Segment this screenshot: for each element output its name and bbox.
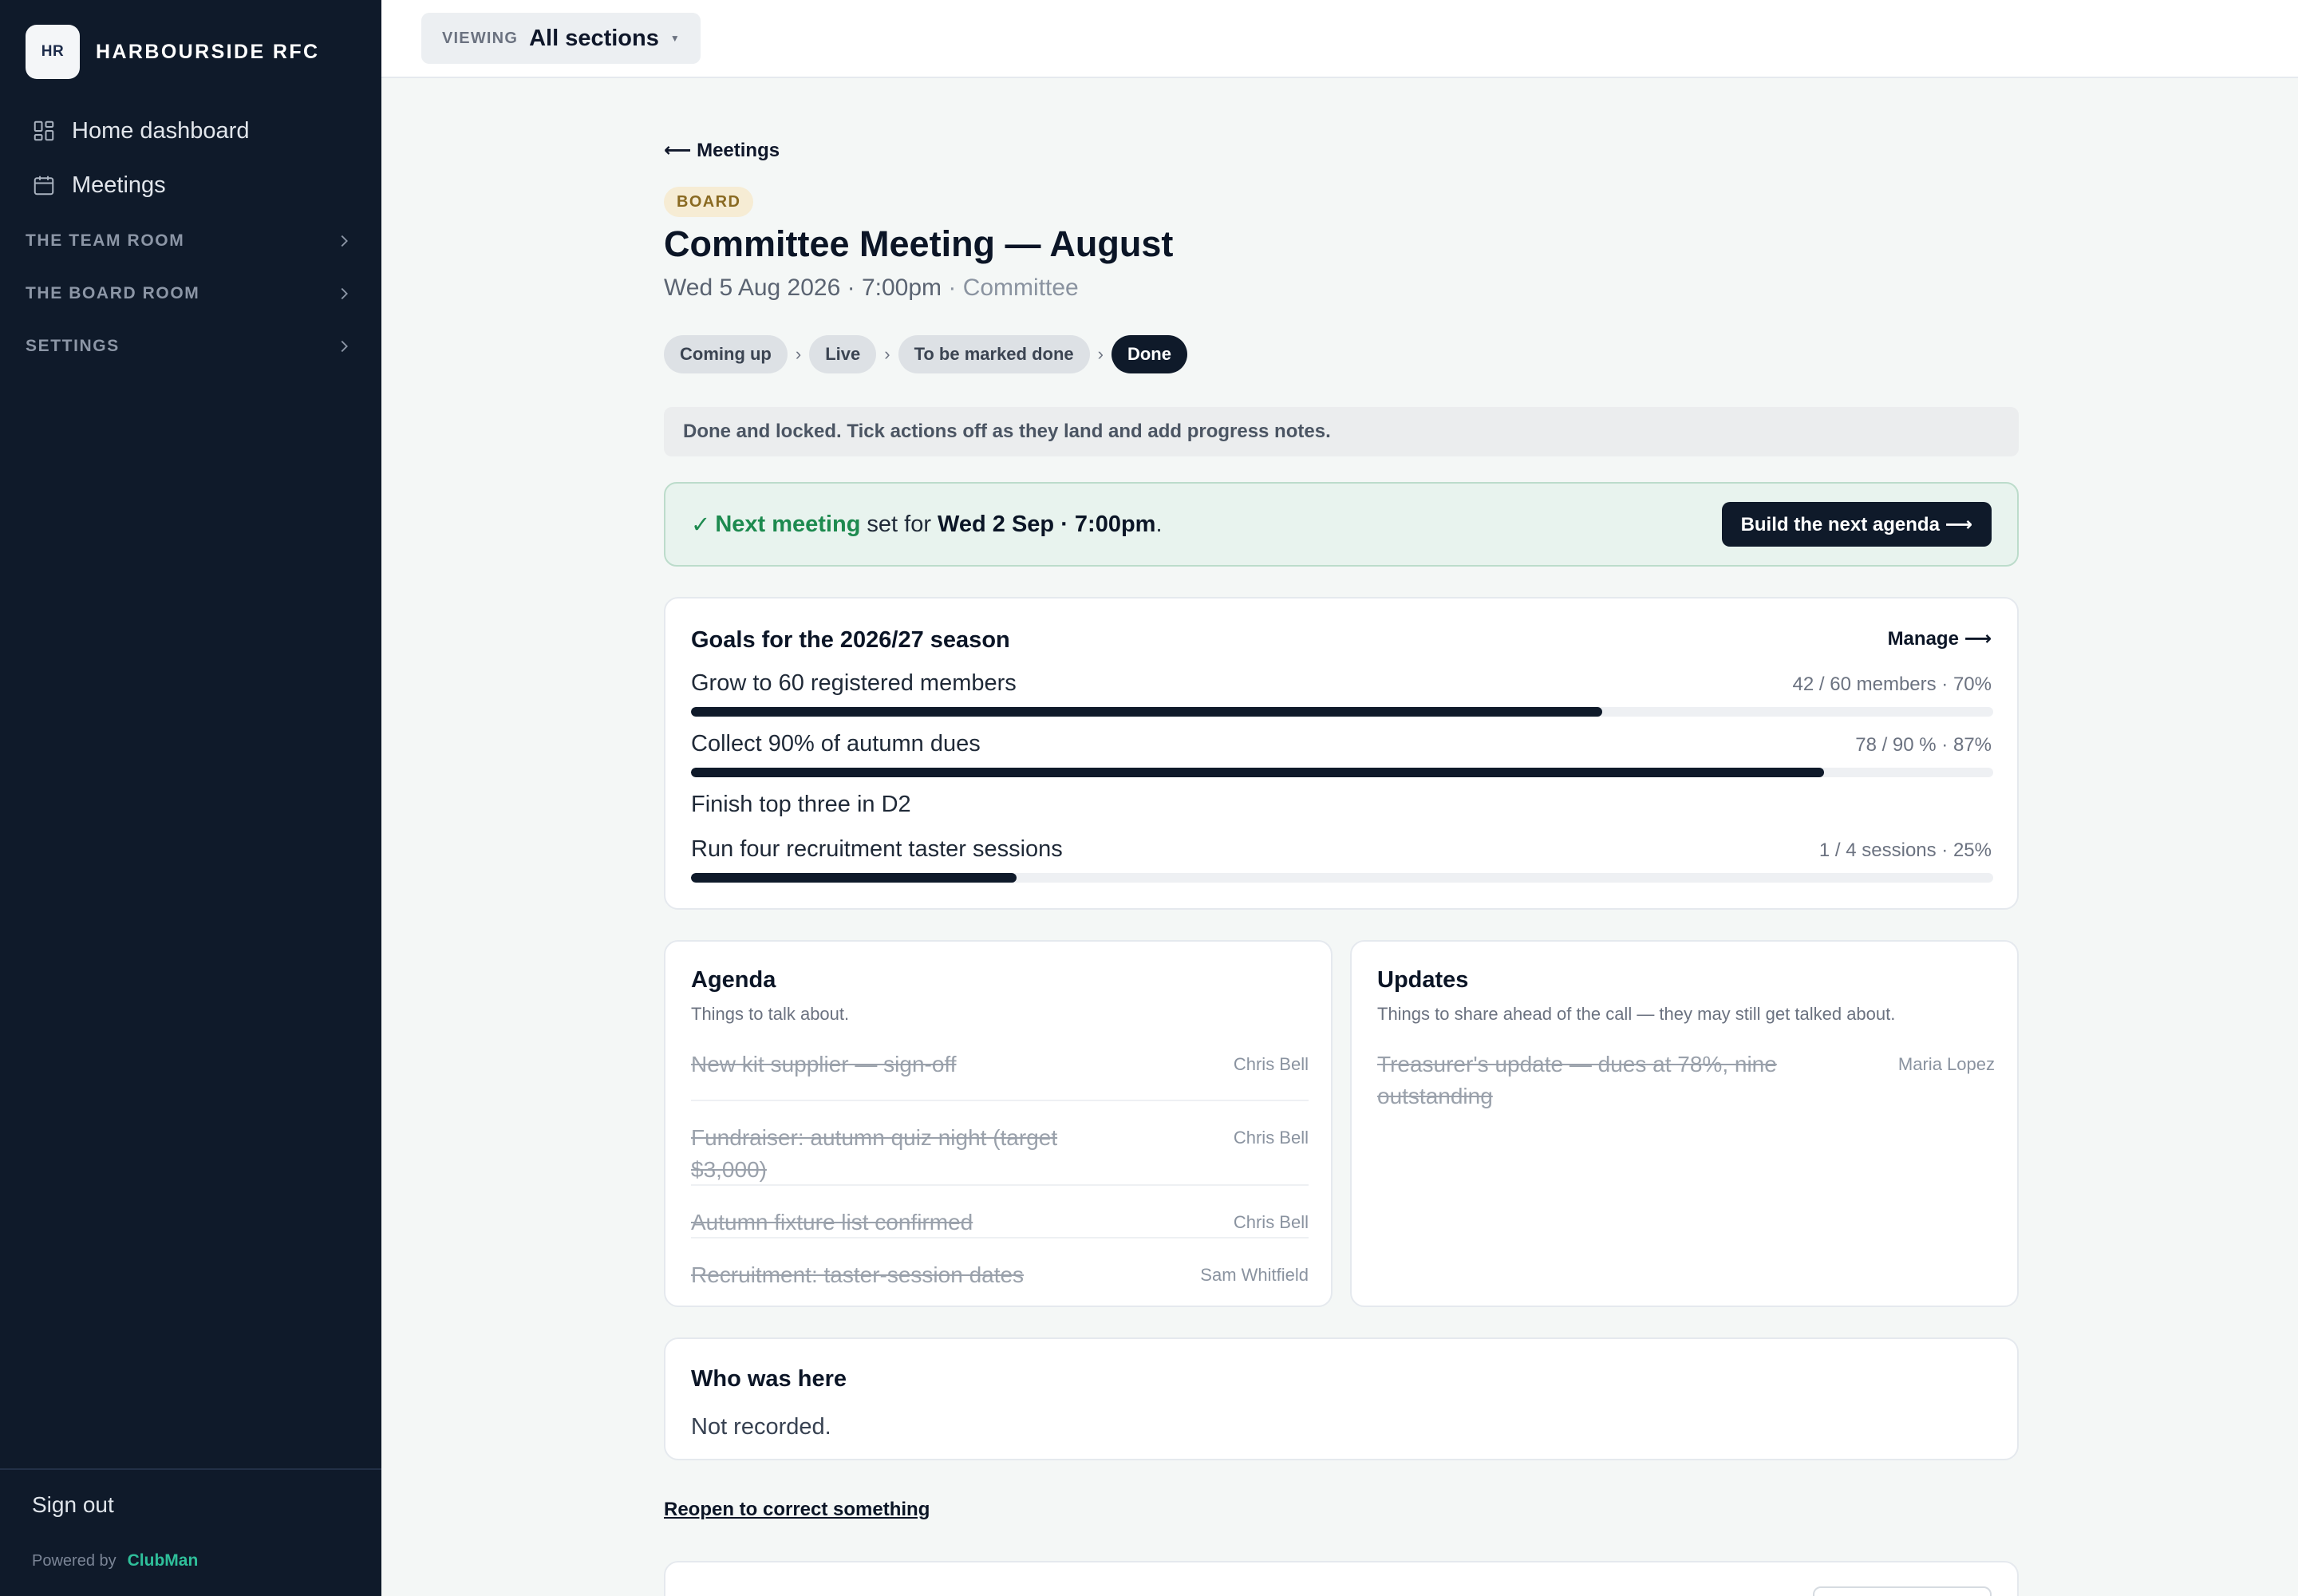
updates-title: Updates [1377, 967, 1469, 993]
agenda-item-owner: Chris Bell [1233, 1054, 1309, 1074]
meeting-tag: BOARD [664, 187, 754, 217]
chevron-right-icon [341, 287, 348, 300]
agenda-item[interactable]: New kit supplier — sign-off Chris Bell [691, 1049, 1309, 1101]
goal-progress-text: 42 / 60 members · 70% [1792, 674, 1992, 695]
agenda-card: Agenda Things to talk about. New kit sup… [664, 940, 1333, 1307]
updates-subtitle: Things to share ahead of the call — they… [1377, 1004, 1896, 1024]
sidebar-group-team-room[interactable]: THE TEAM ROOM [26, 225, 353, 257]
viewing-section-select[interactable]: VIEWING All sections ▼ [421, 13, 701, 64]
update-item-title: Treasurer's update — dues at 78%, nine o… [1377, 1052, 1777, 1108]
goal-progress-bar [691, 873, 1993, 883]
sidebar-group-label: THE TEAM ROOM [26, 231, 185, 250]
goal-name: Finish top three in D2 [691, 792, 911, 817]
viewing-label: VIEWING [442, 29, 519, 47]
chevron-right-icon [341, 340, 348, 353]
agenda-item[interactable]: Autumn fixture list confirmed Chris Bell [691, 1186, 1309, 1238]
agenda-item-owner: Chris Bell [1233, 1128, 1309, 1148]
attendance-text: Not recorded. [691, 1414, 831, 1440]
chevron-right-icon [341, 235, 348, 247]
agenda-item[interactable]: Recruitment: taster-session dates Sam Wh… [691, 1238, 1309, 1291]
powered-by-brand[interactable]: ClubMan [128, 1551, 199, 1570]
sidebar: HR HARBOURSIDE RFC Home dashboard Meetin… [0, 0, 381, 1596]
next-meeting-label: Next meeting [715, 511, 861, 537]
powered-by: Powered by ClubMan [32, 1551, 198, 1570]
club-name: HARBOURSIDE RFC [96, 40, 320, 63]
sidebar-item-label: Meetings [72, 172, 166, 198]
reopen-link[interactable]: Reopen to correct something [664, 1499, 930, 1521]
agenda-item-title: Autumn fixture list confirmed [691, 1210, 973, 1235]
powered-by-label: Powered by [32, 1551, 116, 1570]
goal-progress-bar [691, 768, 1993, 777]
goals-title: Goals for the 2026/27 season [691, 627, 1010, 653]
card-action-button[interactable] [1813, 1586, 1992, 1596]
club-logo: HR [26, 25, 80, 79]
build-next-agenda-button[interactable]: Build the next agenda ⟶ [1721, 502, 1992, 547]
agenda-item-title: Fundraiser: autumn quiz night (target $3… [691, 1125, 1058, 1182]
sidebar-item-label: Home dashboard [72, 117, 250, 144]
page-title: Committee Meeting — August [664, 223, 1174, 264]
update-item-owner: Maria Lopez [1897, 1054, 1995, 1074]
goal-progress-text: 1 / 4 sessions · 25% [1818, 839, 1992, 861]
goal-progress-fill [691, 707, 1603, 717]
step-coming-up[interactable]: Coming up [664, 335, 788, 373]
caret-down-icon: ▼ [669, 33, 680, 44]
attendance-card: Who was here Not recorded. [664, 1337, 2019, 1460]
meeting-subtitle: Wed 5 Aug 2026 · 7:00pm · Committee [664, 275, 1079, 302]
brand[interactable]: HR HARBOURSIDE RFC [26, 24, 319, 80]
agenda-title: Agenda [691, 967, 776, 993]
viewing-value: All sections [529, 25, 659, 51]
goal-name: Run four recruitment taster sessions [691, 836, 1063, 862]
step-separator: › [884, 344, 890, 364]
updates-card: Updates Things to share ahead of the cal… [1350, 940, 2019, 1307]
next-section-card [664, 1561, 2019, 1596]
next-meeting-text: ✓ Next meeting set for Wed 2 Sep · 7:00p… [691, 511, 1163, 539]
step-separator: › [1097, 344, 1104, 364]
sign-out-link[interactable]: Sign out [32, 1492, 114, 1518]
next-meeting-date: Wed 2 Sep · 7:00pm [938, 511, 1156, 537]
back-to-meetings-link[interactable]: ⟵ Meetings [664, 139, 780, 162]
sidebar-item-meetings[interactable]: Meetings [32, 166, 166, 204]
step-live[interactable]: Live [809, 335, 877, 373]
sidebar-item-home-dashboard[interactable]: Home dashboard [32, 112, 249, 150]
goal-progress-text: 78 / 90 % · 87% [1855, 734, 1992, 756]
next-meeting-set-for: set for [867, 511, 932, 537]
sidebar-group-board-room[interactable]: THE BOARD ROOM [26, 278, 353, 310]
agenda-item-owner: Chris Bell [1233, 1212, 1309, 1232]
agenda-item-title: Recruitment: taster-session dates [691, 1262, 1025, 1287]
status-stepper: Coming up › Live › To be marked done › D… [664, 335, 1187, 373]
agenda-item[interactable]: Fundraiser: autumn quiz night (target $3… [691, 1101, 1309, 1186]
goal-progress-bar [691, 707, 1993, 717]
calendar-icon [34, 176, 54, 196]
meeting-type: Committee [962, 275, 1079, 301]
meeting-date: Wed 5 Aug 2026 · 7:00pm [664, 275, 942, 301]
sidebar-group-label: THE BOARD ROOM [26, 284, 200, 302]
update-item[interactable]: Treasurer's update — dues at 78%, nine o… [1377, 1049, 1995, 1120]
goal-name: Grow to 60 registered members [691, 670, 1017, 696]
goal-name: Collect 90% of autumn dues [691, 731, 981, 757]
step-separator: › [795, 344, 802, 364]
goal-progress-fill [691, 768, 1824, 777]
grid-icon [34, 120, 54, 141]
sidebar-group-label: SETTINGS [26, 337, 120, 355]
next-meeting-banner: ✓ Next meeting set for Wed 2 Sep · 7:00p… [664, 482, 2019, 567]
goal-progress-fill [691, 873, 1017, 883]
agenda-item-owner: Sam Whitfield [1200, 1265, 1309, 1285]
step-to-be-marked-done[interactable]: To be marked done [898, 335, 1090, 373]
step-done[interactable]: Done [1111, 335, 1187, 373]
agenda-item-title: New kit supplier — sign-off [691, 1052, 957, 1077]
manage-goals-link[interactable]: Manage ⟶ [1888, 627, 1992, 650]
top-bar: VIEWING All sections ▼ [381, 0, 2298, 78]
sidebar-divider [0, 1468, 381, 1470]
agenda-subtitle: Things to talk about. [691, 1004, 850, 1024]
sidebar-group-settings[interactable]: SETTINGS [26, 330, 353, 362]
locked-notice: Done and locked. Tick actions off as the… [664, 407, 2019, 456]
attendance-title: Who was here [691, 1366, 847, 1392]
subtitle-separator: · [942, 275, 963, 301]
next-meeting-period: . [1155, 511, 1163, 537]
goals-card: Goals for the 2026/27 season Manage ⟶ Gr… [664, 597, 2019, 910]
check-icon: ✓ [691, 512, 711, 538]
